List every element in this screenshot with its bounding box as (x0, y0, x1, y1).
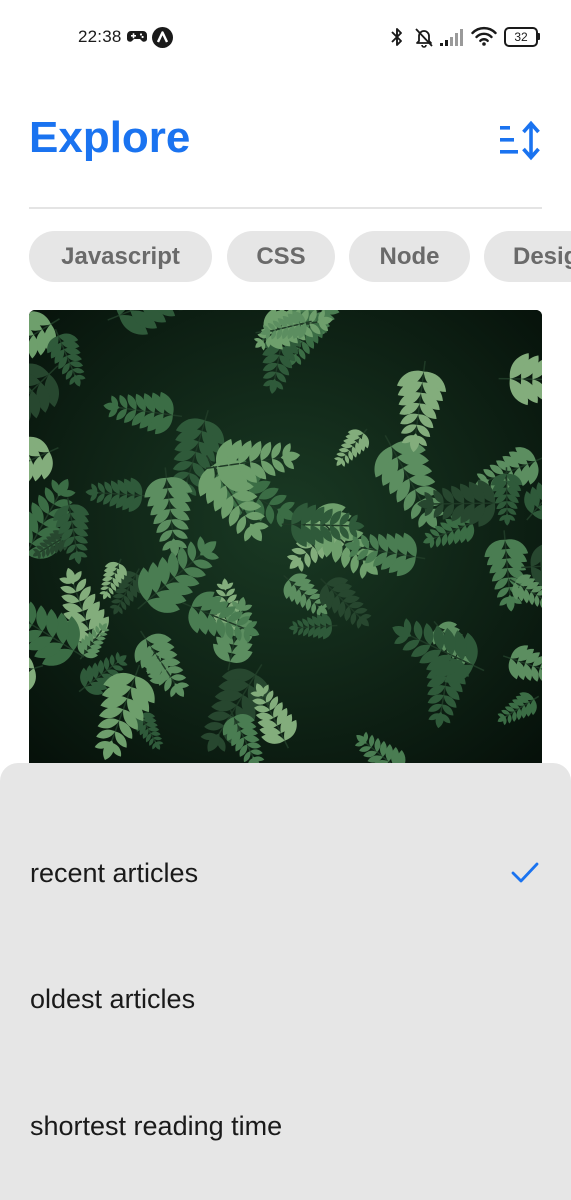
sort-option-label: oldest articles (30, 984, 196, 1014)
sort-icon (500, 120, 540, 161)
header-divider (29, 207, 542, 209)
page-title: Explore (29, 113, 191, 162)
sort-option-label: recent articles (30, 858, 199, 888)
checkmark-icon (511, 862, 539, 883)
battery-level: 32 (514, 30, 528, 44)
muted-bell-icon (415, 28, 433, 48)
sort-options-sheet: recent articles oldest articles shortest… (0, 763, 571, 1200)
sort-button[interactable] (494, 118, 544, 162)
chip-javascript[interactable]: Javascript (29, 231, 212, 282)
chip-node[interactable]: Node (349, 231, 470, 282)
sort-option-recent[interactable]: recent articles (0, 821, 571, 921)
sort-option-shortest-reading-time[interactable]: shortest reading time (0, 1074, 571, 1174)
sort-option-label: shortest reading time (30, 1111, 283, 1141)
app-a-icon (152, 27, 173, 48)
game-controller-icon (127, 31, 147, 42)
fern-leaves-image (29, 310, 542, 780)
article-hero-image[interactable] (29, 310, 542, 780)
sort-option-oldest[interactable]: oldest articles (0, 947, 571, 1047)
battery-icon: 32 (504, 27, 540, 47)
cellular-signal-icon (440, 29, 463, 46)
wifi-icon (471, 26, 497, 46)
chip-design[interactable]: Desig (484, 231, 571, 282)
chip-css[interactable]: CSS (227, 231, 335, 282)
status-bar: 22:38 32 (0, 0, 571, 76)
category-chip-row: Javascript CSS Node Desig (29, 231, 571, 282)
status-time: 22:38 (78, 27, 122, 46)
bluetooth-icon (391, 28, 402, 46)
